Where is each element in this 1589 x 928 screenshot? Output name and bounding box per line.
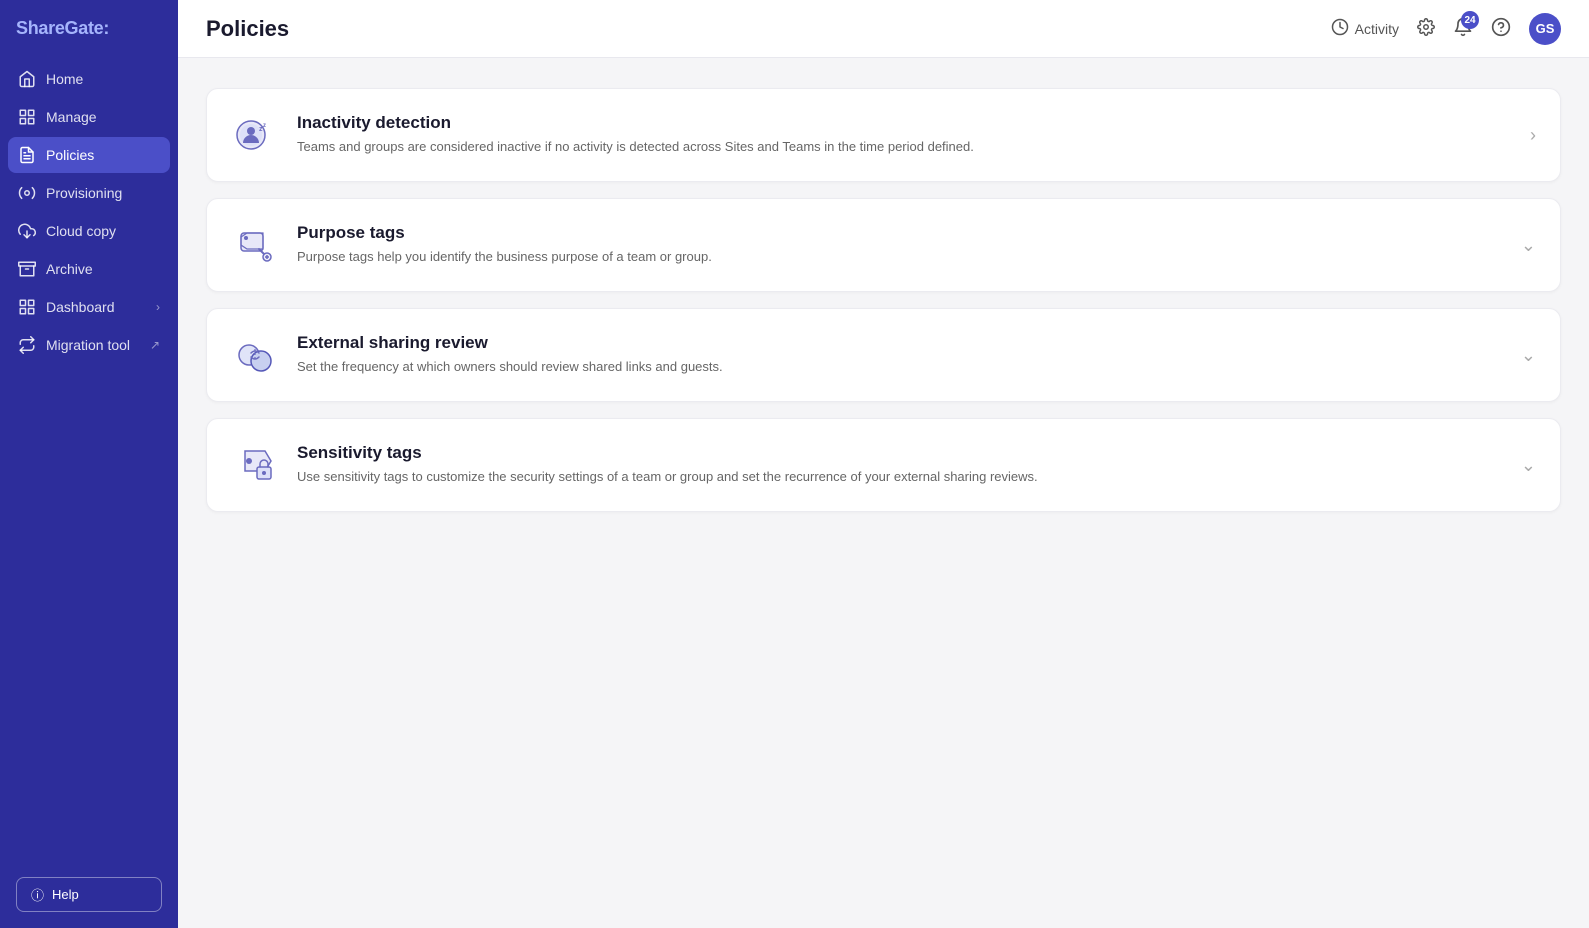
- sidebar-nav: Home Manage Policies Provisioning Cloud: [0, 61, 178, 861]
- app-logo[interactable]: ShareGate:: [0, 0, 178, 61]
- sensitivity-tags-title: Sensitivity tags: [297, 443, 1503, 463]
- sidebar-item-migration-tool-label: Migration tool: [46, 337, 130, 353]
- sensitivity-tags-icon: [231, 441, 279, 489]
- help-circle-icon: ⓘ: [31, 885, 44, 904]
- inactivity-title: Inactivity detection: [297, 113, 1512, 133]
- page-title: Policies: [206, 16, 289, 42]
- external-link-icon: ↗: [150, 338, 160, 352]
- sidebar-item-cloud-copy-label: Cloud copy: [46, 223, 116, 239]
- external-sharing-desc: Set the frequency at which owners should…: [297, 357, 1503, 377]
- sidebar-item-archive-label: Archive: [46, 261, 93, 277]
- policies-content: z z Inactivity detection Teams and group…: [178, 58, 1589, 928]
- activity-button[interactable]: Activity: [1331, 18, 1399, 39]
- policy-card-inactivity[interactable]: z z Inactivity detection Teams and group…: [206, 88, 1561, 182]
- purpose-tags-chevron-icon: ⌄: [1521, 235, 1536, 256]
- migration-tool-icon: [18, 336, 36, 354]
- sensitivity-tags-chevron-icon: ⌄: [1521, 455, 1536, 476]
- provisioning-icon: [18, 184, 36, 202]
- app-name: ShareGate: [16, 18, 103, 38]
- svg-text:z: z: [263, 123, 266, 129]
- sidebar-item-migration-tool[interactable]: Migration tool ↗: [8, 327, 170, 363]
- chevron-down-icon: ›: [156, 300, 160, 314]
- sidebar-item-policies-label: Policies: [46, 147, 94, 163]
- sensitivity-tags-info: Sensitivity tags Use sensitivity tags to…: [297, 443, 1503, 487]
- notification-badge: 24: [1461, 11, 1479, 29]
- external-sharing-icon: [231, 331, 279, 379]
- sidebar-item-archive[interactable]: Archive: [8, 251, 170, 287]
- external-sharing-info: External sharing review Set the frequenc…: [297, 333, 1503, 377]
- header-actions: Activity 24 GS: [1331, 13, 1561, 45]
- header: Policies Activity 24: [178, 0, 1589, 58]
- sidebar-item-provisioning-label: Provisioning: [46, 185, 122, 201]
- avatar-initials: GS: [1536, 21, 1555, 36]
- notifications-button[interactable]: 24: [1453, 17, 1473, 40]
- sidebar: ShareGate: Home Manage Policies Provisi: [0, 0, 178, 928]
- cloud-copy-icon: [18, 222, 36, 240]
- home-icon: [18, 70, 36, 88]
- sidebar-item-dashboard[interactable]: Dashboard ›: [8, 289, 170, 325]
- app-suffix: :: [103, 18, 109, 38]
- help-button[interactable]: ⓘ Help: [16, 877, 162, 912]
- purpose-tags-desc: Purpose tags help you identify the busin…: [297, 247, 1503, 267]
- policy-card-purpose-tags[interactable]: Purpose tags Purpose tags help you ident…: [206, 198, 1561, 292]
- clock-icon: [1331, 18, 1349, 39]
- main-content: Policies Activity 24: [178, 0, 1589, 928]
- sidebar-item-provisioning[interactable]: Provisioning: [8, 175, 170, 211]
- sidebar-footer: ⓘ Help: [0, 861, 178, 928]
- inactivity-chevron-icon: ›: [1530, 125, 1536, 146]
- inactivity-info: Inactivity detection Teams and groups ar…: [297, 113, 1512, 157]
- sidebar-item-dashboard-label: Dashboard: [46, 299, 115, 315]
- inactivity-icon: z z: [231, 111, 279, 159]
- sidebar-item-home[interactable]: Home: [8, 61, 170, 97]
- dashboard-icon: [18, 298, 36, 316]
- policies-icon: [18, 146, 36, 164]
- archive-icon: [18, 260, 36, 278]
- gear-icon: [1417, 18, 1435, 39]
- purpose-tags-info: Purpose tags Purpose tags help you ident…: [297, 223, 1503, 267]
- sidebar-item-policies[interactable]: Policies: [8, 137, 170, 173]
- avatar[interactable]: GS: [1529, 13, 1561, 45]
- help-icon-button[interactable]: [1491, 17, 1511, 40]
- sidebar-item-home-label: Home: [46, 71, 83, 87]
- help-label: Help: [52, 887, 79, 902]
- manage-icon: [18, 108, 36, 126]
- purpose-tags-icon: [231, 221, 279, 269]
- policy-card-sensitivity-tags[interactable]: Sensitivity tags Use sensitivity tags to…: [206, 418, 1561, 512]
- sidebar-item-manage[interactable]: Manage: [8, 99, 170, 135]
- inactivity-desc: Teams and groups are considered inactive…: [297, 137, 1512, 157]
- policy-card-external-sharing[interactable]: External sharing review Set the frequenc…: [206, 308, 1561, 402]
- sidebar-item-cloud-copy[interactable]: Cloud copy: [8, 213, 170, 249]
- sensitivity-tags-desc: Use sensitivity tags to customize the se…: [297, 467, 1503, 487]
- activity-label: Activity: [1355, 21, 1399, 37]
- sidebar-item-manage-label: Manage: [46, 109, 97, 125]
- question-circle-icon: [1491, 17, 1511, 40]
- settings-button[interactable]: [1417, 18, 1435, 39]
- purpose-tags-title: Purpose tags: [297, 223, 1503, 243]
- external-sharing-title: External sharing review: [297, 333, 1503, 353]
- external-sharing-chevron-icon: ⌄: [1521, 345, 1536, 366]
